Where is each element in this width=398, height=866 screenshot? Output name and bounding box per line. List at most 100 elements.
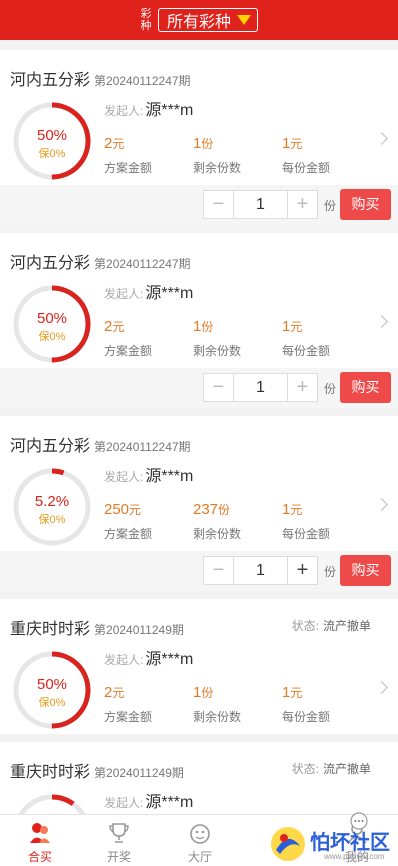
quantity-value[interactable]: 1 xyxy=(233,191,288,218)
buy-button[interactable]: 购买 xyxy=(340,555,391,586)
status-label: 状态: xyxy=(291,619,319,633)
stat-unit: 元 xyxy=(290,686,303,700)
stat-unit: 份 xyxy=(201,137,214,151)
buy-bar: − 1 + 份 购买 xyxy=(0,368,398,408)
stat-label: 剩余份数 xyxy=(193,344,242,358)
tab-group-buy[interactable]: 合买 xyxy=(20,815,60,865)
chevron-right-icon[interactable] xyxy=(375,498,388,511)
lottery-name: 重庆时时彩 xyxy=(10,764,91,781)
sponsor-label: 发起人: xyxy=(104,796,144,810)
decrement-button[interactable]: − xyxy=(204,191,233,218)
stat-per-share: 1元 每份金额 xyxy=(282,135,330,176)
stat-label: 每份金额 xyxy=(282,161,331,175)
scheme-card[interactable]: 河内五分彩 第20240112247期 50% 保0% 发起人: 源***m 2… xyxy=(0,233,398,408)
sponsor-label: 发起人: xyxy=(104,653,144,667)
chevron-right-icon[interactable] xyxy=(375,132,388,145)
sponsor-name: 源***m xyxy=(145,468,194,485)
status-label: 状态: xyxy=(291,762,319,776)
increment-button[interactable]: + xyxy=(288,191,317,218)
sponsor-row: 发起人: 源***m xyxy=(104,96,193,120)
chevron-right-icon[interactable] xyxy=(375,681,388,694)
dropdown-triangle-icon xyxy=(237,15,251,25)
stat-label: 剩余份数 xyxy=(193,710,242,724)
lottery-name-row: 重庆时时彩 第2024011249期 xyxy=(10,615,184,639)
stat-label: 剩余份数 xyxy=(193,527,242,541)
stat-unit: 元 xyxy=(129,503,142,517)
stat-label: 方案金额 xyxy=(104,527,153,541)
scheme-card[interactable]: 河内五分彩第20240112247期 5.2% 保0% 发起人:源***m xyxy=(0,416,398,591)
stat-unit: 元 xyxy=(112,137,125,151)
tab-draw[interactable]: 开奖 xyxy=(99,815,139,865)
tab-lobby[interactable]: 大厅 xyxy=(180,815,220,865)
scheme-card[interactable]: 重庆时时彩 第2024011249期 状态: 流产撤单 50% 保0% 发起人: 源*… xyxy=(0,599,398,734)
sponsor-name: 源***m xyxy=(145,102,194,119)
stat-per-share: 1元 每份金额 xyxy=(282,684,330,725)
decrement-button[interactable]: − xyxy=(204,374,233,401)
issue-number: 第20240112247期 xyxy=(94,257,191,271)
stat-remaining: 1份 剩余份数 xyxy=(193,135,241,176)
quantity-unit: 份 xyxy=(324,382,337,396)
stat-label: 方案金额 xyxy=(104,161,153,175)
stat-label: 剩余份数 xyxy=(193,161,242,175)
scheme-summary[interactable]: 河内五分彩 第20240112247期 50% 保0% 发起人: 源***m 2… xyxy=(0,233,398,368)
scheme-summary[interactable]: 重庆时时彩 第2024011249期 状态: 流产撤单 50% 保0% 发起人: 源*… xyxy=(0,599,398,734)
status-value: 流产撤单 xyxy=(322,762,371,776)
stat-label: 方案金额 xyxy=(104,710,153,724)
guarantee-percent: 保0% xyxy=(38,148,66,160)
sponsor-name: 源***m xyxy=(145,285,194,302)
status-row: 状态: 流产撤单 xyxy=(292,617,371,634)
quantity-value[interactable]: 1 xyxy=(233,557,288,584)
issue-number: 第20240112247期 xyxy=(94,440,191,454)
sponsor-row: 发起人: 源***m xyxy=(104,462,193,486)
stat-amount: 2元 方案金额 xyxy=(104,135,152,176)
quantity-stepper[interactable]: − 1 + xyxy=(203,556,318,585)
status-value: 流产撤单 xyxy=(322,619,371,633)
stat-unit: 元 xyxy=(112,320,125,334)
guarantee-percent: 保0% xyxy=(38,331,66,343)
buy-button[interactable]: 购买 xyxy=(340,372,391,403)
tab-label: 开奖 xyxy=(106,850,131,864)
group-buy-icon xyxy=(30,823,50,843)
buy-button[interactable]: 购买 xyxy=(340,189,391,220)
stat-value: 250 xyxy=(104,501,130,518)
guarantee-percent: 保0% xyxy=(38,514,66,526)
stat-unit: 份 xyxy=(201,320,214,334)
stat-remaining: 237份 剩余份数 xyxy=(193,501,241,542)
stat-label: 每份金额 xyxy=(282,710,331,724)
scheme-summary[interactable]: 河内五分彩 第20240112247期 50% 保0% 发起人: 源***m 2… xyxy=(0,50,398,185)
status-row: 状态: 流产撤单 xyxy=(292,760,371,777)
stat-per-share: 1元 每份金额 xyxy=(282,318,330,359)
stat-unit: 元 xyxy=(290,320,303,334)
lottery-name-row: 河内五分彩 第20240112247期 xyxy=(10,432,191,456)
lottery-name-row: 重庆时时彩 第2024011249期 xyxy=(10,758,184,782)
buy-bar: − 1 + 份 购买 xyxy=(0,185,398,225)
tab-label: 合买 xyxy=(27,850,52,864)
stat-unit: 份 xyxy=(201,686,214,700)
lottery-name: 河内五分彩 xyxy=(10,255,91,272)
quantity-unit: 份 xyxy=(324,199,337,213)
decrement-button[interactable]: − xyxy=(204,557,233,584)
sponsor-row: 发起人: 源***m xyxy=(104,788,193,812)
lottery-name-row: 河内五分彩 第20240112247期 xyxy=(10,249,191,273)
quantity-stepper[interactable]: − 1 + xyxy=(203,190,318,219)
issue-number: 第20240112247期 xyxy=(94,74,191,88)
progress-percent: 50% xyxy=(36,310,68,327)
sponsor-name: 源***m xyxy=(145,794,194,811)
stat-amount: 2元 方案金额 xyxy=(104,318,152,359)
stat-unit: 元 xyxy=(290,137,303,151)
stat-unit: 份 xyxy=(218,503,231,517)
stat-per-share: 1元 每份金额 xyxy=(282,501,330,542)
scheme-summary[interactable]: 河内五分彩第20240112247期 5.2% 保0% 发起人:源***m xyxy=(0,416,398,551)
lottery-type-select[interactable]: 所有彩种 xyxy=(157,8,258,32)
increment-button[interactable]: + xyxy=(288,374,317,401)
progress-percent: 50% xyxy=(36,127,68,144)
chevron-right-icon[interactable] xyxy=(375,315,388,328)
quantity-stepper[interactable]: − 1 + xyxy=(203,373,318,402)
increment-button[interactable]: + xyxy=(288,557,317,584)
issue-number: 第2024011249期 xyxy=(94,766,184,780)
lottery-name: 河内五分彩 xyxy=(10,72,91,89)
scheme-card[interactable]: 河内五分彩 第20240112247期 50% 保0% 发起人: 源***m 2… xyxy=(0,50,398,225)
quantity-unit: 份 xyxy=(324,565,337,579)
quantity-value[interactable]: 1 xyxy=(233,374,288,401)
progress-percent: 5.2% xyxy=(34,493,70,510)
